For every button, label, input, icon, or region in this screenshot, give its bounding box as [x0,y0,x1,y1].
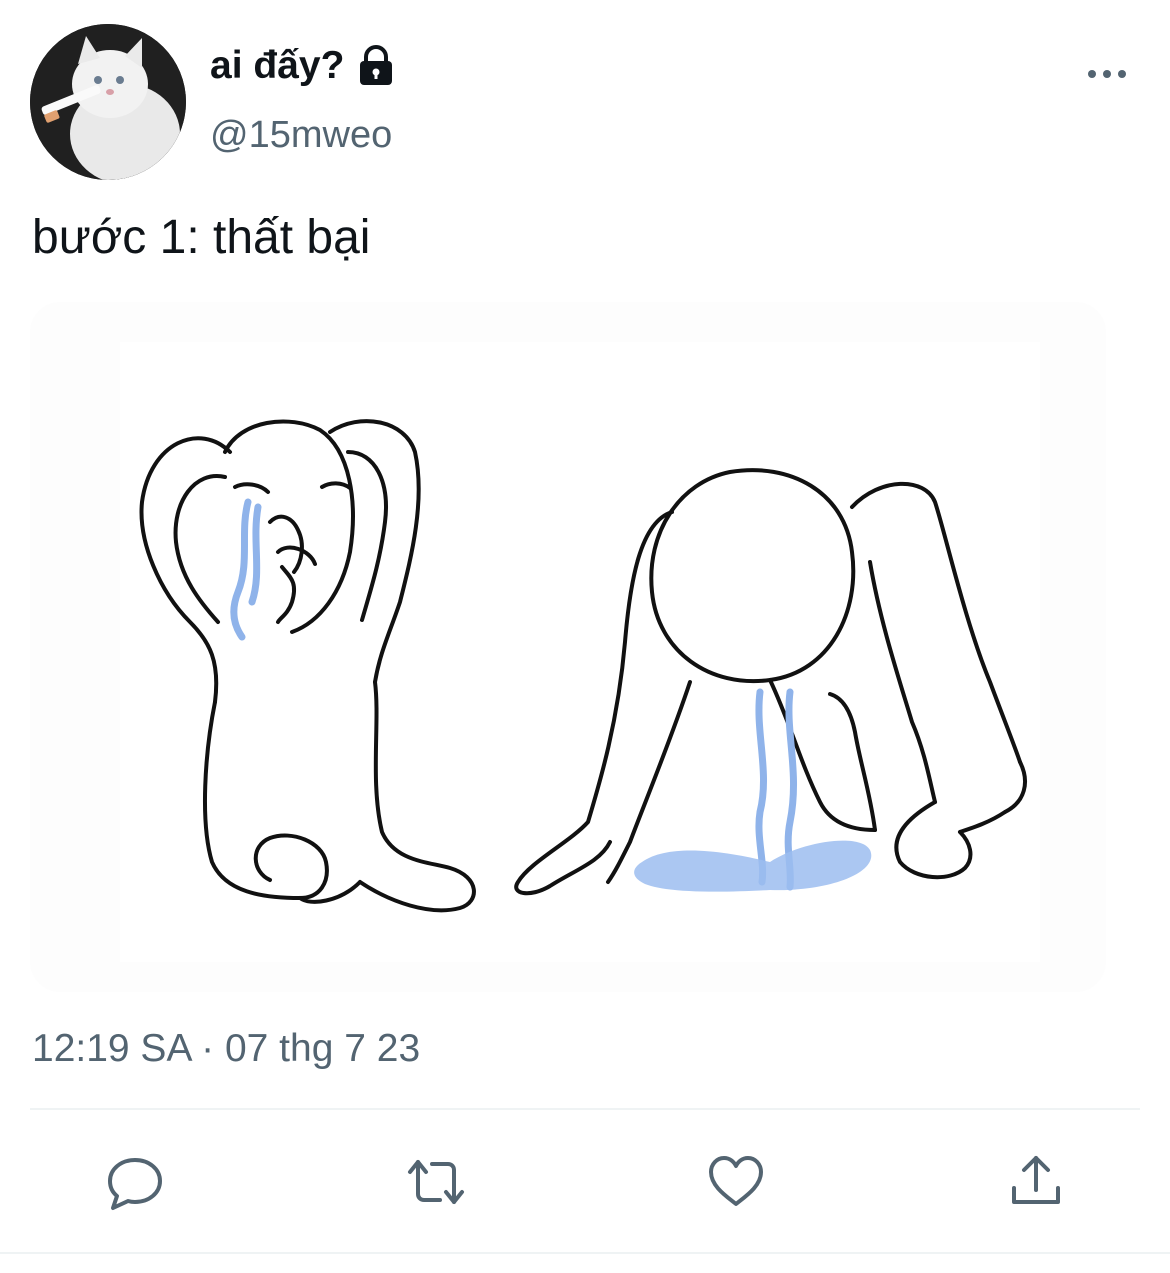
display-name[interactable]: ai đấy? [210,42,396,90]
handle[interactable]: @15mweo [210,112,392,158]
lock-icon [356,45,396,87]
tweet-timestamp[interactable]: 12:19 SA · 07 thg 7 23 [32,1024,420,1074]
reply-icon[interactable] [105,1152,165,1212]
crying-figures-drawing [120,342,1040,962]
tweet-media-image[interactable] [30,302,1106,992]
tweet-text: bước 1: thất bại [32,211,371,264]
share-icon[interactable] [1006,1152,1066,1212]
cat-avatar-image [30,24,186,180]
display-name-text: ai đấy? [210,44,345,87]
divider [30,1108,1140,1110]
avatar[interactable] [30,24,186,180]
more-icon[interactable] [1082,56,1132,92]
bottom-divider [0,1252,1170,1254]
heart-icon[interactable] [706,1152,766,1212]
retweet-icon[interactable] [404,1152,464,1212]
